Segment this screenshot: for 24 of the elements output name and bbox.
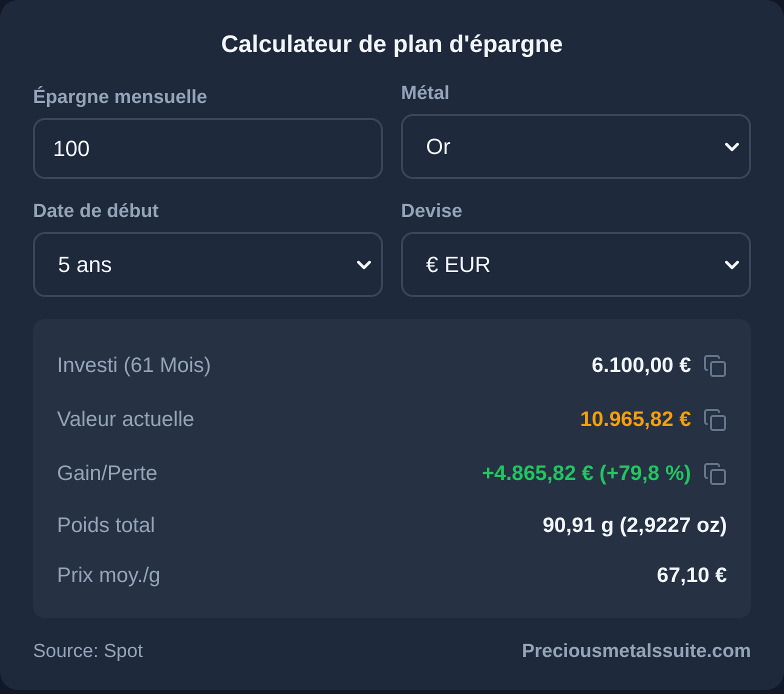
field-label: Date de début [33, 200, 160, 224]
result-label: Poids total [57, 513, 156, 540]
result-label: Valeur actuelle [57, 407, 194, 434]
field-label: Devise [401, 200, 464, 224]
result-label: Prix moy./g [57, 563, 160, 590]
select-dropdown[interactable]: € EUR [401, 232, 751, 297]
result-value: 10.965,82 € [580, 407, 691, 434]
copy-icon[interactable] [703, 408, 727, 432]
result-value: 6.100,00 € [592, 353, 691, 380]
source-text: Source: Spot [33, 640, 143, 664]
copy-icon[interactable] [703, 354, 727, 378]
field-label: Métal [401, 82, 451, 106]
field-label: Épargne mensuelle [33, 86, 208, 110]
result-label: Investi (61 Mois) [57, 353, 212, 380]
result-value: +4.865,82 € (+79,8 %) [482, 461, 691, 488]
select-dropdown[interactable]: Or [401, 114, 751, 179]
copy-icon[interactable] [703, 462, 727, 486]
card-title: Calculateur de plan d'épargne [220, 30, 564, 60]
result-label: Gain/Perte [57, 461, 158, 488]
input-field[interactable]: 100 [33, 118, 383, 179]
website-link[interactable]: Preciousmetalssuite.com [522, 638, 751, 666]
result-value: 67,10 € [656, 563, 727, 590]
select-dropdown[interactable]: 5 ans [33, 232, 383, 297]
result-value: 90,91 g (2,9227 oz) [542, 513, 727, 540]
